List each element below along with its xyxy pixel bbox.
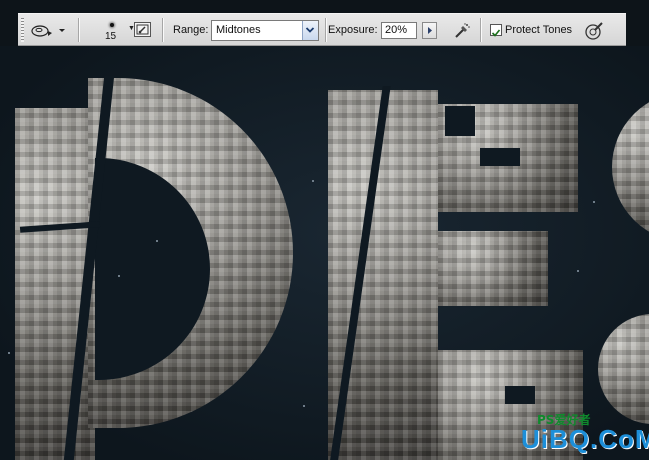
airbrush-icon	[455, 23, 470, 38]
range-label: Range:	[173, 24, 209, 36]
background-sparkle	[118, 275, 120, 277]
letter-e-crack	[445, 106, 475, 136]
separator	[162, 18, 163, 42]
sponge-tool-icon	[31, 25, 65, 37]
letter-s-top	[612, 92, 649, 242]
pressure-size-icon	[585, 22, 603, 40]
toggle-brush-panel-button[interactable]	[134, 22, 151, 37]
letter-e-crack	[505, 386, 535, 404]
protect-tones-checkbox[interactable]	[490, 24, 502, 37]
chevron-down-icon	[305, 27, 315, 33]
exposure-label: Exposure:	[328, 24, 378, 36]
exposure-slider-button[interactable]	[422, 22, 437, 39]
site-watermark: PS爱好者 UiBQ.CoM	[521, 407, 649, 460]
brush-size-label: 15	[105, 31, 117, 42]
exposure-input[interactable]: 20%	[381, 22, 417, 39]
toolbar-grip[interactable]	[21, 18, 24, 42]
brush-tip-icon	[110, 23, 114, 27]
tool-options-bar: 15 ▼ Range: Midtones Exposure: 20% Prote…	[18, 13, 626, 46]
background-sparkle	[156, 240, 158, 242]
background-sparkle	[593, 201, 595, 203]
checkmark-icon	[491, 29, 501, 37]
document-canvas[interactable]: PS爱好者 UiBQ.CoM	[0, 46, 649, 460]
background-sparkle	[8, 352, 10, 354]
background-sparkle	[303, 405, 305, 407]
letter-e-crack	[480, 148, 520, 166]
chevron-right-icon	[428, 27, 432, 34]
airbrush-button[interactable]	[452, 21, 472, 41]
separator	[325, 18, 326, 42]
background-sparkle	[312, 180, 314, 182]
options-bar-backdrop: 15 ▼ Range: Midtones Exposure: 20% Prote…	[0, 0, 649, 46]
pressure-size-button[interactable]	[583, 20, 605, 42]
range-dropdown-button[interactable]	[302, 21, 318, 40]
protect-tones-label[interactable]: Protect Tones	[505, 24, 572, 36]
separator	[480, 18, 481, 42]
letter-e-middle-arm	[438, 231, 548, 306]
watermark-big-text: UiBQ.CoM	[521, 424, 649, 454]
tool-preset-picker[interactable]	[30, 20, 68, 40]
separator	[78, 18, 79, 42]
background-sparkle	[577, 270, 579, 272]
range-select[interactable]: Midtones	[211, 20, 319, 41]
brush-panel-icon	[136, 24, 149, 35]
range-select-value: Midtones	[216, 24, 261, 36]
